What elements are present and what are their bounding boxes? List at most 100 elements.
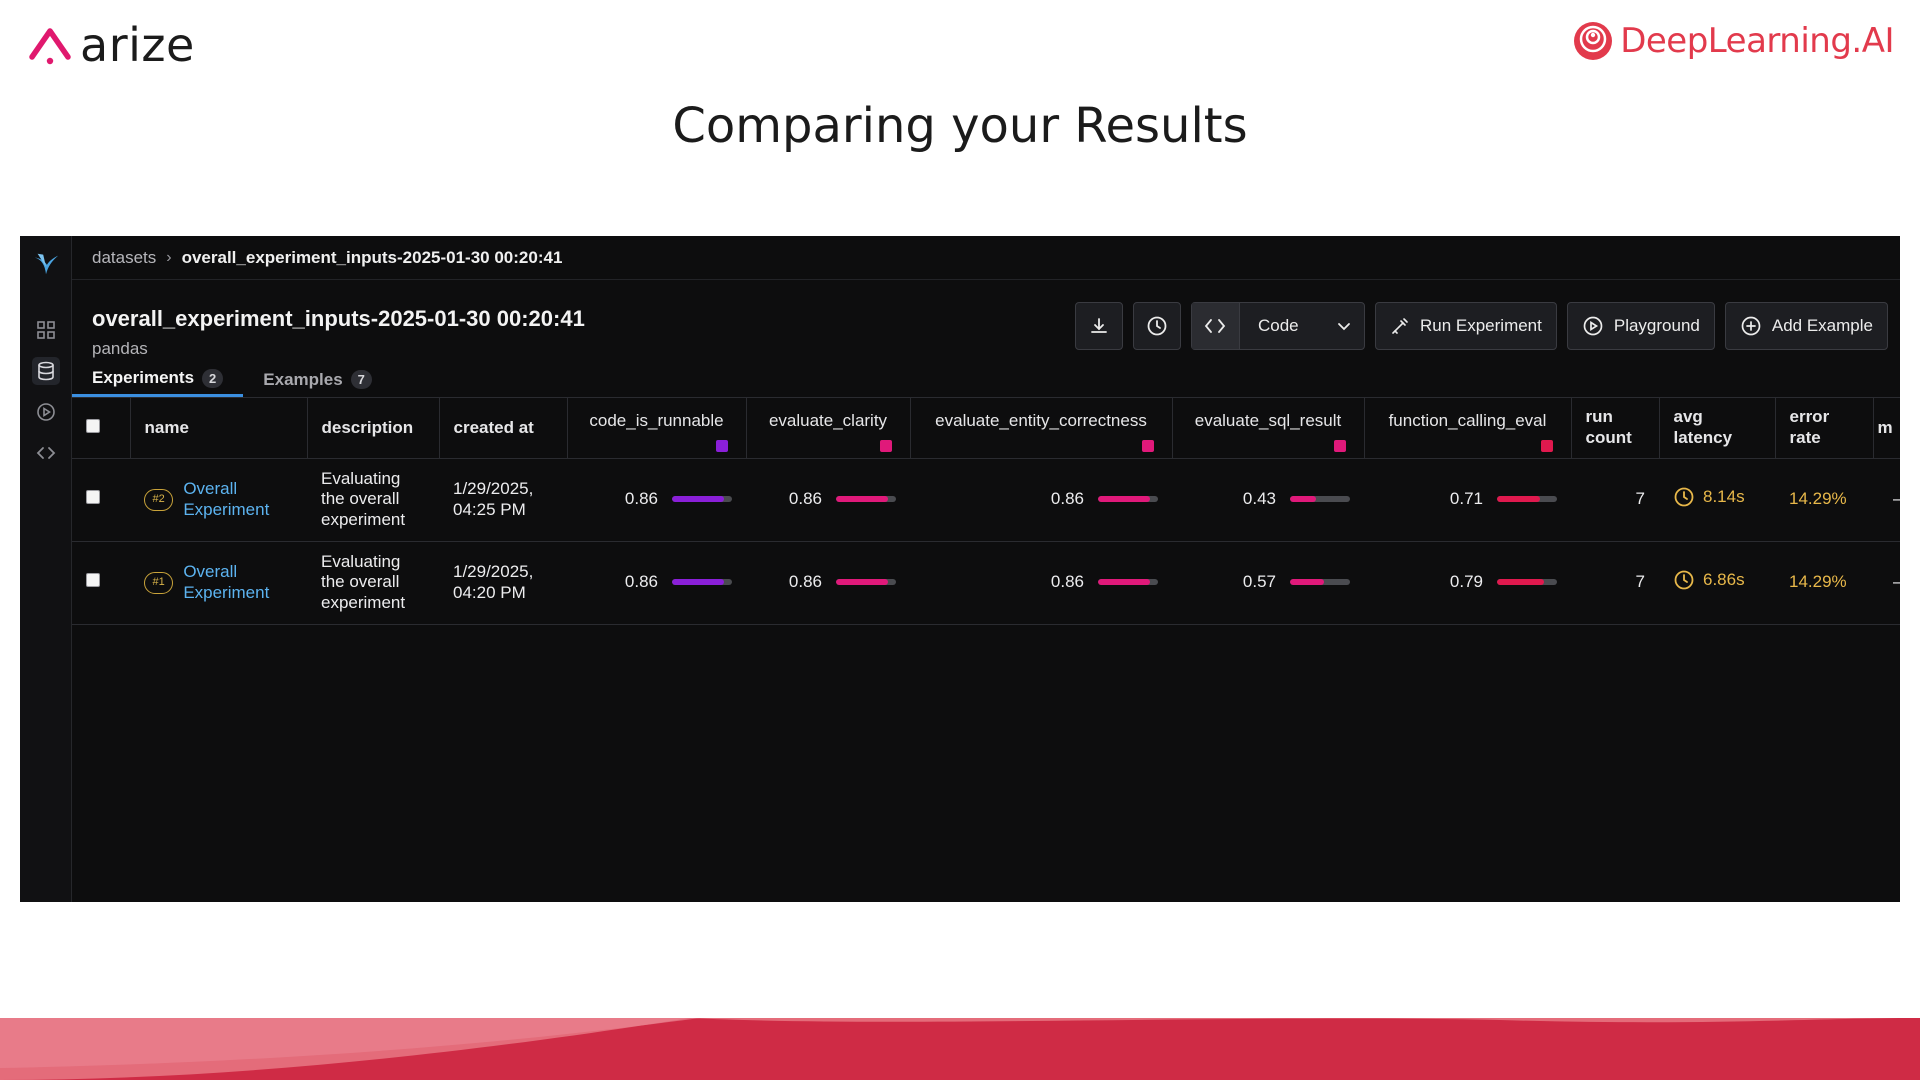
select-all-cell	[72, 398, 131, 459]
more-cell: –	[1873, 541, 1900, 625]
error-rate-cell: 14.29%	[1775, 541, 1873, 625]
experiment-name-link[interactable]: Overall Experiment	[183, 479, 293, 520]
experiment-name-link[interactable]: Overall Experiment	[183, 562, 293, 603]
col-error-rate[interactable]: error rate	[1775, 398, 1874, 459]
metric-bar	[1098, 579, 1158, 586]
code-dropdown[interactable]: Code	[1190, 302, 1365, 350]
tab-examples-count: 7	[350, 370, 372, 389]
experiment-tag: #2	[144, 488, 174, 511]
clock-icon	[1674, 570, 1694, 590]
tab-experiments[interactable]: Experiments 2	[72, 362, 244, 397]
col-avg-latency[interactable]: avg latency	[1659, 398, 1776, 459]
avg-latency-cell: 8.14s	[1659, 458, 1775, 542]
metric-cell: 0.86	[910, 541, 1172, 625]
col-evaluate-entity-correctness-label: evaluate_entity_correctness	[935, 410, 1147, 430]
col-evaluate-clarity-label: evaluate_clarity	[768, 410, 888, 430]
metric-bar-fill	[672, 496, 724, 503]
col-evaluate-clarity[interactable]: evaluate_clarity	[746, 398, 911, 459]
clock-icon	[1674, 487, 1694, 507]
error-rate-cell: 14.29%	[1775, 458, 1873, 542]
flask-icon	[1392, 318, 1408, 334]
col-run-count[interactable]: run count	[1571, 398, 1660, 459]
metric-cell: 0.86	[746, 541, 910, 625]
metric-bar-fill	[1497, 496, 1540, 503]
col-code-is-runnable[interactable]: code_is_runnable	[567, 398, 747, 459]
clock-icon	[1147, 316, 1167, 336]
main-content: datasets › overall_experiment_inputs-202…	[72, 236, 1900, 902]
nav-rail	[20, 236, 72, 902]
more-cell: –	[1873, 458, 1900, 542]
tab-experiments-label: Experiments	[92, 368, 195, 387]
history-button[interactable]	[1132, 302, 1181, 350]
slide-title: Comparing your Results	[672, 98, 1248, 154]
metric-bar-fill	[1497, 579, 1545, 586]
row-checkbox[interactable]	[86, 490, 100, 505]
tab-experiments-count: 2	[202, 368, 224, 388]
col-name[interactable]: name	[130, 398, 308, 459]
metric-cell: 0.57	[1172, 541, 1364, 625]
dataset-title: overall_experiment_inputs-2025-01-30 00:…	[92, 306, 585, 331]
breadcrumb-current: overall_experiment_inputs-2025-01-30 00:…	[181, 247, 563, 267]
plus-circle-icon	[1741, 316, 1761, 336]
dataset-subtitle: pandas	[92, 339, 148, 358]
metric-bar	[1497, 496, 1557, 503]
breadcrumb-datasets[interactable]: datasets	[92, 248, 156, 268]
series-swatch	[1540, 439, 1553, 452]
chevron-down-icon	[1324, 321, 1364, 331]
metric-bar	[1290, 496, 1350, 503]
experiments-table: name description created at code_is_runn…	[72, 398, 1900, 625]
select-all-checkbox[interactable]	[86, 418, 100, 433]
datasets-icon[interactable]	[32, 357, 60, 385]
avg-latency-value: 6.86s	[1703, 569, 1745, 589]
series-swatch	[1333, 439, 1346, 452]
col-function-calling-eval[interactable]: function_calling_eval	[1364, 398, 1572, 459]
deeplearning-logo-icon	[1574, 22, 1613, 60]
download-button[interactable]	[1074, 302, 1123, 350]
metric-value: 0.86	[624, 572, 658, 592]
tab-bar: Experiments 2 Examples 7	[72, 362, 1900, 398]
add-example-label: Add Example	[1771, 316, 1873, 335]
chevron-right-icon: ›	[166, 248, 172, 266]
metric-value: 0.71	[1449, 489, 1483, 509]
name-cell: #2 Overall Experiment	[130, 458, 307, 542]
playground-nav-icon[interactable]	[32, 398, 60, 426]
name-cell: #1 Overall Experiment	[130, 541, 307, 625]
run-experiment-button[interactable]: Run Experiment	[1374, 302, 1557, 350]
breadcrumb: datasets › overall_experiment_inputs-202…	[72, 236, 1900, 280]
playground-button[interactable]: Playground	[1566, 302, 1715, 350]
arize-wordmark: arize	[80, 18, 195, 72]
add-example-button[interactable]: Add Example	[1724, 302, 1888, 350]
metric-cell: 0.86	[567, 458, 746, 542]
avg-latency-value: 8.14s	[1703, 486, 1745, 506]
series-swatch	[1141, 439, 1154, 452]
table-header-row: name description created at code_is_runn…	[72, 398, 1900, 459]
run-count-cell: 7	[1571, 458, 1659, 542]
col-evaluate-entity-correctness[interactable]: evaluate_entity_correctness	[910, 398, 1173, 459]
table-row[interactable]: #1 Overall Experiment Evaluating the over…	[72, 541, 1900, 625]
created-at-cell: 1/29/2025, 04:25 PM	[439, 458, 567, 542]
metric-bar-fill	[1290, 496, 1316, 503]
col-more[interactable]: m	[1873, 398, 1900, 459]
col-description[interactable]: description	[307, 398, 440, 459]
col-created-at[interactable]: created at	[439, 398, 568, 459]
code-nav-icon[interactable]	[32, 439, 60, 467]
arize-logo-icon	[29, 28, 71, 65]
deeplearning-wordmark: DeepLearning.AI	[1620, 21, 1894, 61]
phoenix-logo-icon[interactable]	[32, 250, 60, 278]
metric-cell: 0.79	[1364, 541, 1571, 625]
table-row[interactable]: #2 Overall Experiment Evaluating the over…	[72, 458, 1900, 542]
row-checkbox[interactable]	[86, 573, 100, 588]
arize-logo: arize	[28, 22, 195, 68]
row-select-cell	[72, 458, 130, 542]
col-code-is-runnable-label: code_is_runnable	[589, 410, 724, 430]
description-cell: Evaluating the overall experiment	[307, 458, 439, 542]
tab-examples[interactable]: Examples 7	[243, 362, 392, 397]
metric-value: 0.86	[624, 489, 658, 509]
metric-bar	[1290, 579, 1350, 586]
dashboard-icon[interactable]	[32, 316, 60, 344]
play-circle-icon	[1583, 316, 1603, 336]
download-icon	[1091, 318, 1107, 333]
experiment-tag: #1	[144, 571, 174, 594]
col-evaluate-sql-result[interactable]: evaluate_sql_result	[1172, 398, 1365, 459]
code-icon	[1191, 303, 1240, 349]
